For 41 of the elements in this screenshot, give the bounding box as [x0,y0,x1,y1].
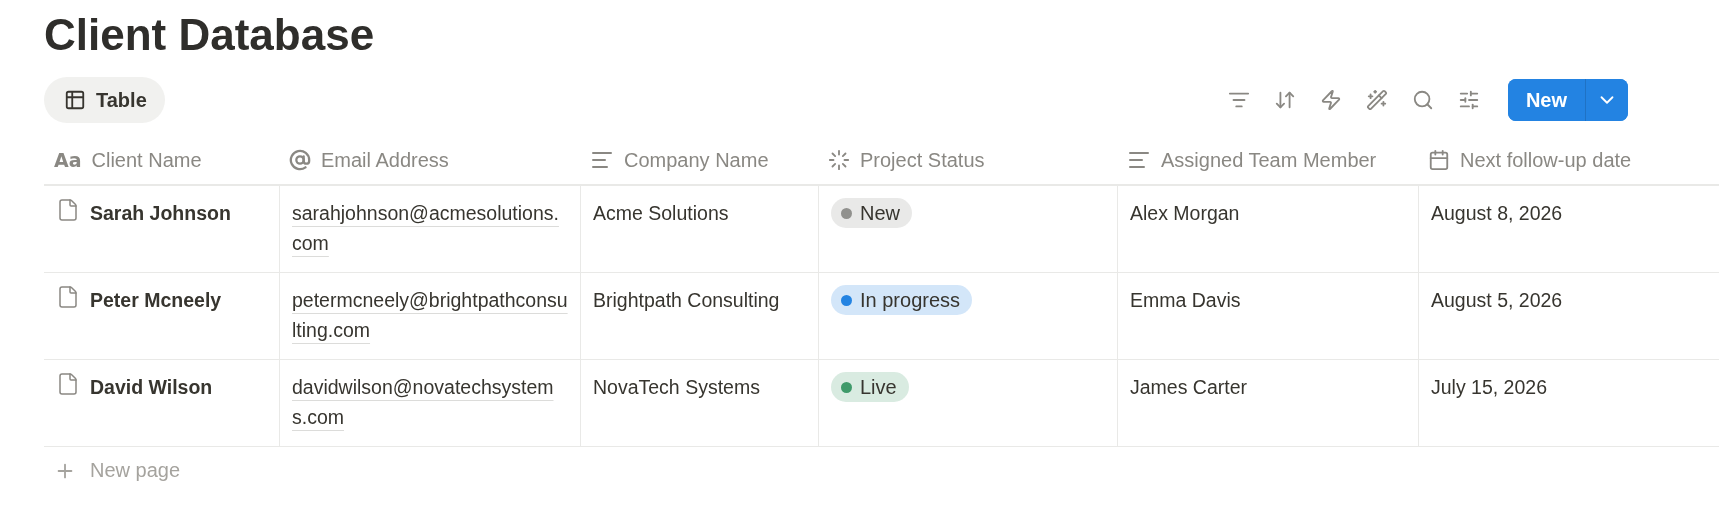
settings-icon [1457,89,1480,111]
client-name[interactable]: Sarah Johnson [90,198,231,228]
text-type-icon: Aa [54,149,82,171]
new-page-button[interactable]: New page [44,447,191,494]
team-member: James Carter [1130,375,1248,400]
client-name[interactable]: Peter Mcneely [90,285,222,315]
sort-icon [1273,89,1296,111]
lightning-icon [1319,89,1342,111]
page-title: Client Database [44,9,376,61]
follow-up-date: August 8, 2026 [1431,201,1563,226]
status-icon [828,149,850,171]
magic-wand-icon [1365,89,1388,111]
column-header[interactable]: Assigned Team Member [1161,148,1377,172]
column-header[interactable]: Next follow-up date [1460,148,1632,172]
company-name: Acme Solutions [593,201,729,226]
email-link[interactable]: sarahjohnson@acmesolutions.com [292,198,568,258]
column-header[interactable]: Company Name [624,148,769,172]
dropdown-button[interactable] [1585,79,1628,121]
email-link[interactable]: davidwilson@novatechsystems.com [292,372,568,432]
company-name: Brightpath Consulting [593,288,780,313]
company-name: NovaTech Systems [593,375,760,400]
follow-up-date: July 15, 2026 [1431,375,1547,400]
status-tag: Live [831,372,909,402]
column-header[interactable]: Client Name [91,148,202,172]
page-icon [56,198,80,222]
email-link[interactable]: petermcneely@brightpathconsulting.com [292,285,568,345]
calendar-icon [1428,149,1450,171]
column-header[interactable]: Project Status [860,148,985,172]
table-view-tab[interactable]: Table [44,77,165,123]
status-tag: In progress [831,285,973,315]
table-icon [64,89,86,111]
team-member: Alex Morgan [1130,201,1240,226]
search-icon [1411,89,1434,111]
client-name[interactable]: David Wilson [90,372,213,402]
column-header[interactable]: Email Address [321,148,449,172]
page-icon [56,285,80,309]
status-tag: New [831,198,912,228]
follow-up-date: August 5, 2026 [1431,288,1563,313]
team-member: Emma Davis [1130,288,1241,313]
page-icon [56,372,80,396]
at-sign-icon [289,149,311,171]
